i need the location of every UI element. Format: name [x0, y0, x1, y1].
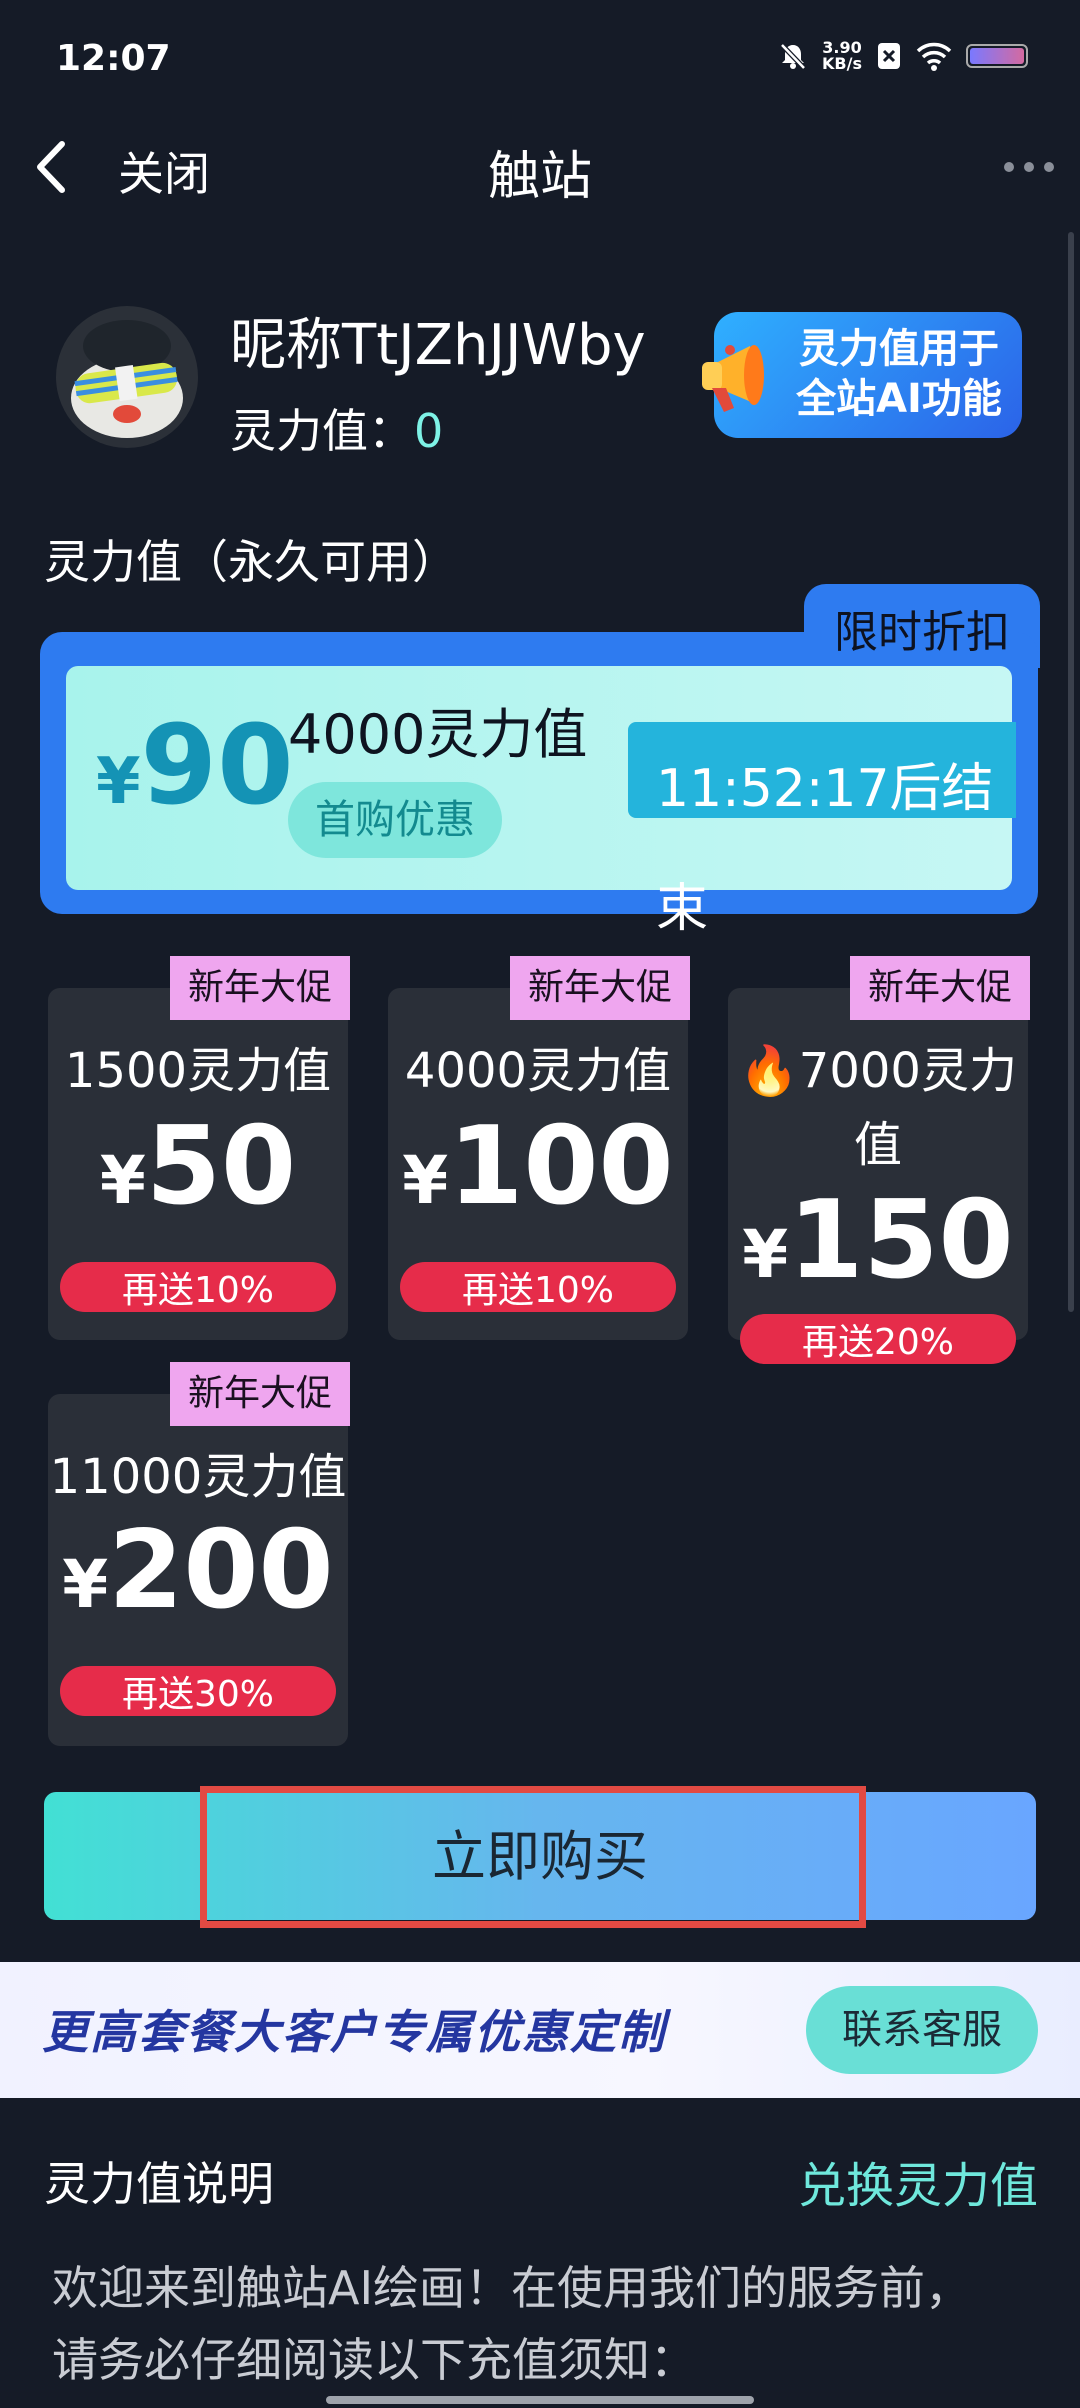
package-amount-line2: 值	[853, 1117, 902, 1173]
package-price: ¥150	[728, 1186, 1028, 1296]
power-balance: 灵力值：0	[230, 395, 443, 461]
package-tag: 新年大促	[170, 1362, 350, 1426]
package-tag: 新年大促	[170, 956, 350, 1020]
package-price-value: 50	[145, 1104, 297, 1229]
enterprise-banner-text: 更高套餐大客户专属优惠定制	[42, 2005, 666, 2059]
network-speed: 3.90 KB/s	[822, 40, 862, 72]
package-price: ¥100	[388, 1112, 688, 1222]
countdown-timer: 11:52:17后结	[656, 759, 994, 819]
avatar[interactable]	[56, 306, 198, 448]
featured-price: ¥90	[96, 710, 294, 820]
ai-feature-banner[interactable]: 灵力值用于 全站AI功能	[702, 312, 1022, 438]
net-speed-unit: KB/s	[822, 54, 862, 73]
package-price-value: 200	[108, 1508, 334, 1633]
package-amount: 4000灵力值	[404, 1043, 672, 1099]
sim-icon	[878, 43, 900, 69]
promo-line2: 全站AI功能	[796, 376, 1002, 422]
scrollbar[interactable]	[1068, 232, 1074, 1312]
package-tag: 新年大促	[510, 956, 690, 1020]
package-price-value: 150	[788, 1178, 1014, 1303]
featured-currency: ¥	[96, 745, 141, 819]
countdown-timer-wrap: 束	[656, 879, 709, 939]
section-title: 灵力值（永久可用）	[44, 535, 458, 589]
package-price-value: 100	[448, 1104, 674, 1229]
power-value: 0	[414, 404, 444, 458]
first-purchase-badge: 首购优惠	[288, 782, 502, 858]
package-bonus: 再送20%	[740, 1314, 1016, 1364]
package-amount: 1500灵力值	[64, 1043, 332, 1099]
package-bonus: 再送30%	[60, 1666, 336, 1716]
description-title: 灵力值说明	[44, 2157, 274, 2211]
package-currency: ¥	[62, 1546, 109, 1623]
contact-service-button[interactable]: 联系客服	[806, 1986, 1038, 2074]
package-currency: ¥	[402, 1142, 449, 1219]
package-tag: 新年大促	[850, 956, 1030, 1020]
page-title: 触站	[487, 147, 592, 207]
package-bonus: 再送10%	[60, 1262, 336, 1312]
avatar-image	[71, 320, 183, 438]
featured-amount: 4000灵力值	[288, 703, 588, 766]
wifi-icon	[916, 42, 952, 71]
recharge-notice: 欢迎来到触站AI绘画！在使用我们的服务前， 请务必仔细阅读以下充值须知：	[52, 2252, 1042, 2396]
buy-button-highlight	[200, 1786, 866, 1928]
promo-line1: 灵力值用于	[799, 326, 999, 372]
power-label: 灵力值：	[230, 404, 414, 458]
package-bonus: 再送10%	[400, 1262, 676, 1312]
status-time: 12:07	[56, 38, 171, 79]
mute-bell-icon	[780, 43, 806, 70]
discount-tab-label: 限时折扣	[834, 607, 1010, 658]
package-amount-line1: 🔥7000灵力	[739, 1043, 1017, 1099]
status-icons: 3.90 KB/s	[778, 40, 1028, 72]
exchange-power-link[interactable]: 兑换灵力值	[798, 2146, 1038, 2216]
megaphone-icon	[702, 345, 764, 412]
featured-price-value: 90	[140, 701, 294, 829]
package-currency: ¥	[99, 1142, 146, 1219]
battery-icon	[966, 44, 1028, 68]
package-currency: ¥	[742, 1216, 789, 1293]
home-indicator[interactable]	[326, 2396, 754, 2404]
package-amount: 11000灵力值	[49, 1449, 347, 1505]
package-price: ¥50	[48, 1112, 348, 1222]
notice-line-1: 欢迎来到触站AI绘画！在使用我们的服务前，	[52, 2261, 972, 2315]
package-price: ¥200	[48, 1516, 348, 1626]
nickname: 昵称TtJZhJJWby	[230, 313, 646, 378]
notice-line-2: 请务必仔细阅读以下充值须知：	[52, 2333, 696, 2387]
more-menu-icon[interactable]	[1004, 162, 1054, 172]
